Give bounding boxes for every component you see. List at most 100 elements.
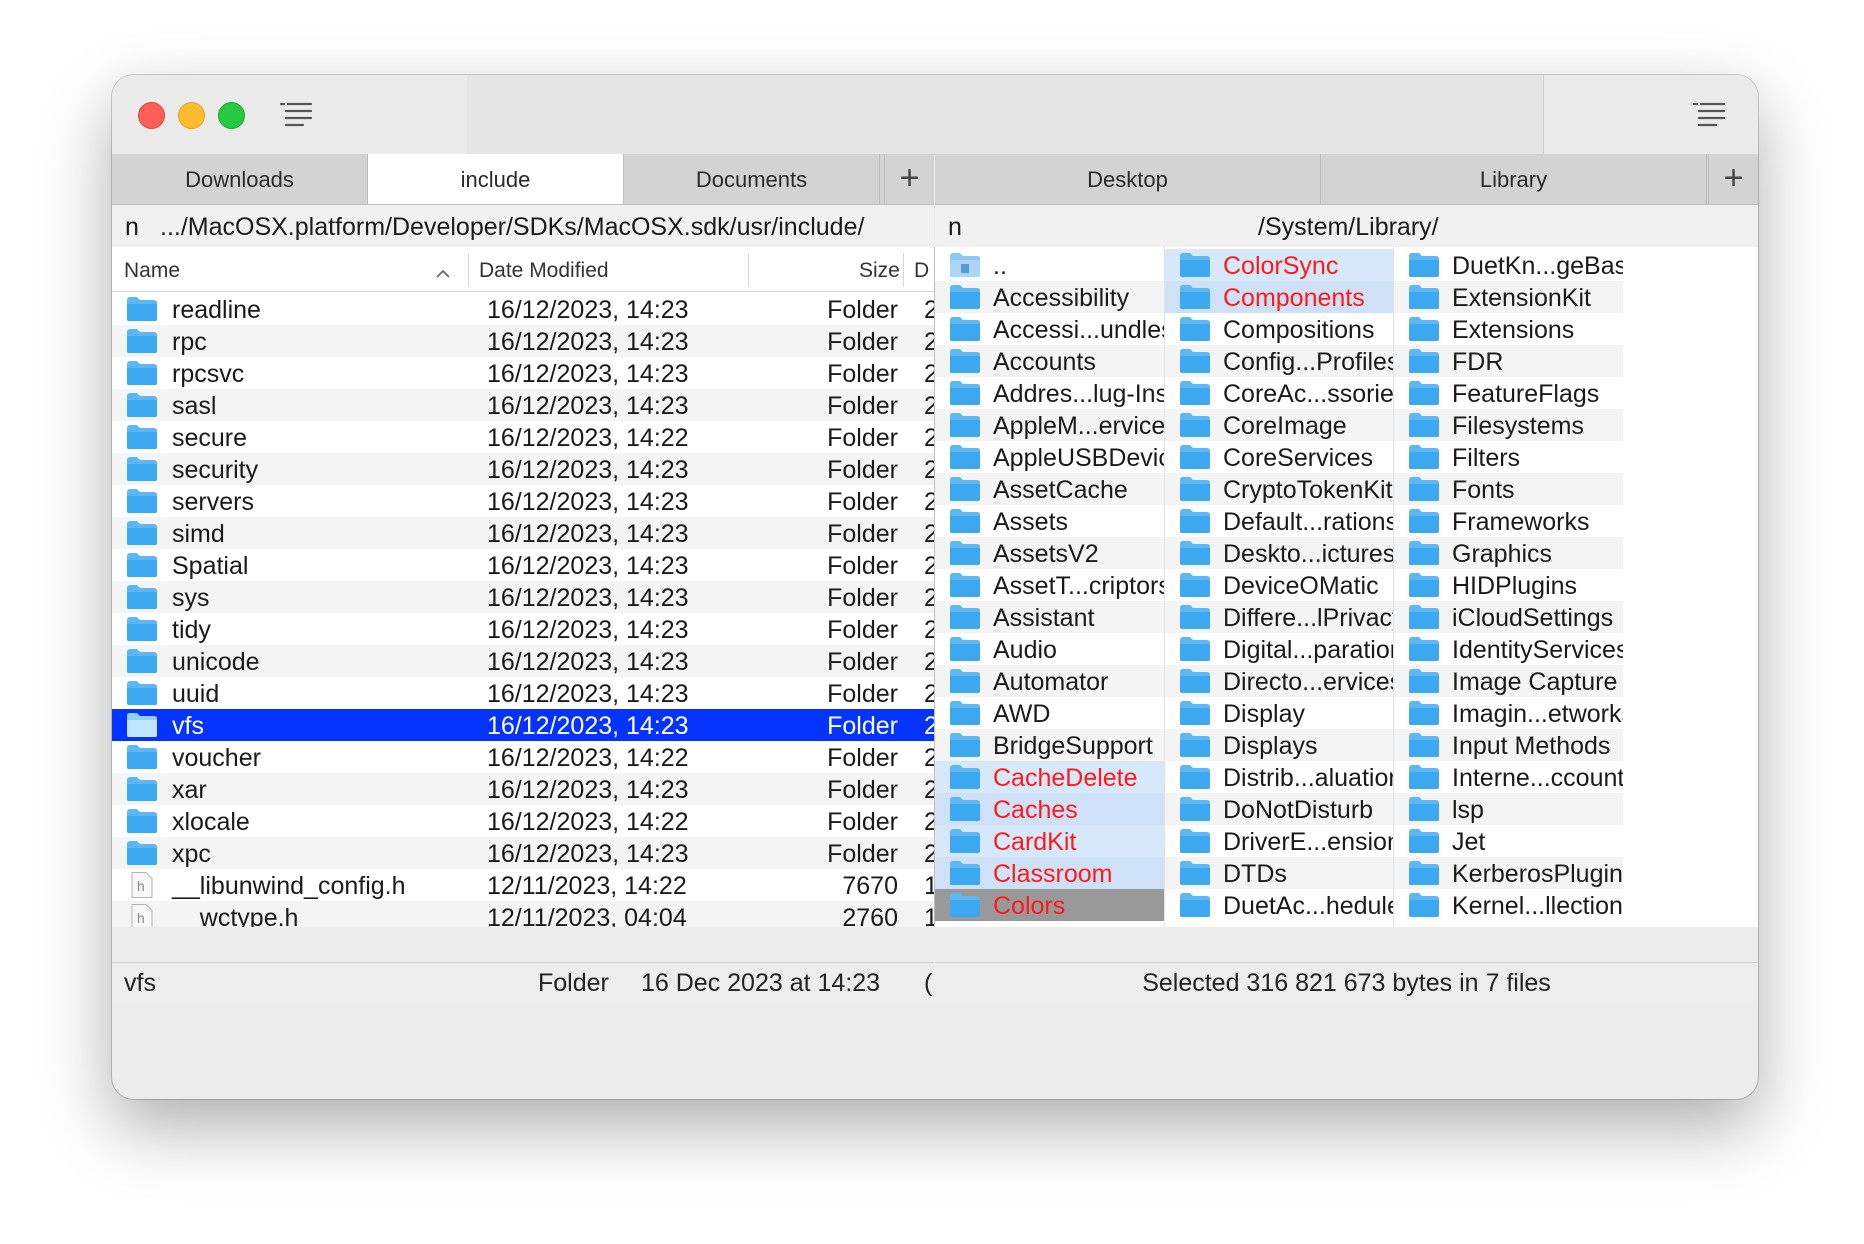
- list-item[interactable]: DuetKn...geBase: [1394, 249, 1623, 281]
- tab-include[interactable]: include: [368, 154, 624, 204]
- list-item[interactable]: Filters: [1394, 441, 1623, 473]
- list-item[interactable]: AWD: [935, 697, 1164, 729]
- list-item[interactable]: Assistant: [935, 601, 1164, 633]
- list-item[interactable]: Differe...lPrivacy: [1165, 601, 1393, 633]
- list-item[interactable]: AppleM...ervices: [935, 409, 1164, 441]
- list-item[interactable]: IdentityServices: [1394, 633, 1623, 665]
- table-row[interactable]: rpc 16/12/2023, 14:23 Folder 2: [112, 325, 934, 357]
- list-item[interactable]: Image Capture: [1394, 665, 1623, 697]
- table-row[interactable]: sasl 16/12/2023, 14:23 Folder 2: [112, 389, 934, 421]
- list-item[interactable]: Displays: [1165, 729, 1393, 761]
- table-row[interactable]: rpcsvc 16/12/2023, 14:23 Folder 2: [112, 357, 934, 389]
- left-file-list[interactable]: Name Date Modified Size D readline 16/12/…: [112, 247, 934, 927]
- tab-library[interactable]: Library: [1321, 154, 1707, 204]
- list-item[interactable]: DriverE...ensions: [1165, 825, 1393, 857]
- list-item[interactable]: Config...Profiles: [1165, 345, 1393, 377]
- right-path-text[interactable]: /System/Library/: [1258, 205, 1439, 249]
- list-item[interactable]: CoreImage: [1165, 409, 1393, 441]
- table-row[interactable]: h __wctype.h 12/11/2023, 04:04 2760 1: [112, 901, 934, 927]
- list-item[interactable]: lsp: [1394, 793, 1623, 825]
- right-file-brief-view[interactable]: .. Accessibility Accessi...undles Accounts A…: [935, 247, 1758, 927]
- table-row[interactable]: security 16/12/2023, 14:23 Folder 2: [112, 453, 934, 485]
- list-item[interactable]: AssetT...criptors: [935, 569, 1164, 601]
- add-left-tab-button[interactable]: +: [884, 154, 934, 204]
- list-item[interactable]: BridgeSupport: [935, 729, 1164, 761]
- list-item[interactable]: Classroom: [935, 857, 1164, 889]
- table-row[interactable]: xpc 16/12/2023, 14:23 Folder 2: [112, 837, 934, 869]
- list-item[interactable]: Distrib...aluation: [1165, 761, 1393, 793]
- list-item[interactable]: AssetsV2: [935, 537, 1164, 569]
- minimize-window-button[interactable]: [178, 102, 205, 129]
- table-row[interactable]: servers 16/12/2023, 14:23 Folder 2: [112, 485, 934, 517]
- list-item[interactable]: Imagin...etworks: [1394, 697, 1623, 729]
- list-item[interactable]: DeviceOMatic: [1165, 569, 1393, 601]
- list-item[interactable]: ExtensionKit: [1394, 281, 1623, 313]
- list-item[interactable]: Accounts: [935, 345, 1164, 377]
- list-item[interactable]: FeatureFlags: [1394, 377, 1623, 409]
- table-row[interactable]: Spatial 16/12/2023, 14:23 Folder 2: [112, 549, 934, 581]
- table-row[interactable]: voucher 16/12/2023, 14:22 Folder 2: [112, 741, 934, 773]
- list-item[interactable]: Interne...ccounts: [1394, 761, 1623, 793]
- list-item[interactable]: FDR: [1394, 345, 1623, 377]
- list-item[interactable]: Automator: [935, 665, 1164, 697]
- list-item[interactable]: Deskto...ictures: [1165, 537, 1393, 569]
- list-item[interactable]: DTDs: [1165, 857, 1393, 889]
- list-item[interactable]: CoreAc...ssories: [1165, 377, 1393, 409]
- list-item[interactable]: Digital...paration: [1165, 633, 1393, 665]
- list-item[interactable]: AssetCache: [935, 473, 1164, 505]
- column-size-header[interactable]: Size: [859, 259, 900, 283]
- list-item[interactable]: AppleUSBDevice: [935, 441, 1164, 473]
- list-item[interactable]: Extensions: [1394, 313, 1623, 345]
- table-row[interactable]: xlocale 16/12/2023, 14:22 Folder 2: [112, 805, 934, 837]
- left-path-bar[interactable]: n .../MacOSX.platform/Developer/SDKs/Mac…: [112, 205, 934, 248]
- list-item[interactable]: Frameworks: [1394, 505, 1623, 537]
- table-row[interactable]: vfs 16/12/2023, 14:23 Folder 2: [112, 709, 934, 741]
- list-item[interactable]: Components: [1165, 281, 1393, 313]
- table-row[interactable]: readline 16/12/2023, 14:23 Folder 2: [112, 293, 934, 325]
- list-item[interactable]: Caches: [935, 793, 1164, 825]
- right-view-options-icon[interactable]: [1692, 99, 1728, 129]
- table-row[interactable]: simd 16/12/2023, 14:23 Folder 2: [112, 517, 934, 549]
- right-path-bar[interactable]: n /System/Library/: [935, 205, 1758, 248]
- list-item[interactable]: Addres...lug-Ins: [935, 377, 1164, 409]
- column-name-header[interactable]: Name: [124, 259, 180, 283]
- list-item[interactable]: Audio: [935, 633, 1164, 665]
- list-item[interactable]: CardKit: [935, 825, 1164, 857]
- list-item[interactable]: iCloudSettings: [1394, 601, 1623, 633]
- table-row[interactable]: sys 16/12/2023, 14:23 Folder 2: [112, 581, 934, 613]
- list-item[interactable]: DuetAc...heduler: [1165, 889, 1393, 921]
- tab-documents[interactable]: Documents: [624, 154, 880, 204]
- left-view-options-icon[interactable]: [279, 99, 315, 129]
- list-item[interactable]: DoNotDisturb: [1165, 793, 1393, 825]
- table-row[interactable]: tidy 16/12/2023, 14:23 Folder 2: [112, 613, 934, 645]
- list-item[interactable]: Display: [1165, 697, 1393, 729]
- tab-downloads[interactable]: Downloads: [112, 154, 368, 204]
- list-item[interactable]: CoreServices: [1165, 441, 1393, 473]
- list-item[interactable]: Fonts: [1394, 473, 1623, 505]
- list-item[interactable]: Kernel...llections: [1394, 889, 1623, 921]
- zoom-window-button[interactable]: [218, 102, 245, 129]
- tab-desktop[interactable]: Desktop: [935, 154, 1321, 204]
- list-item[interactable]: Directo...ervices: [1165, 665, 1393, 697]
- close-window-button[interactable]: [138, 102, 165, 129]
- list-item[interactable]: ..: [935, 249, 1164, 281]
- list-item[interactable]: Colors: [935, 889, 1164, 921]
- list-item[interactable]: ColorSync: [1165, 249, 1393, 281]
- list-item[interactable]: Input Methods: [1394, 729, 1623, 761]
- table-row[interactable]: uuid 16/12/2023, 14:23 Folder 2: [112, 677, 934, 709]
- table-row[interactable]: secure 16/12/2023, 14:22 Folder 2: [112, 421, 934, 453]
- list-item[interactable]: Compositions: [1165, 313, 1393, 345]
- list-item[interactable]: Graphics: [1394, 537, 1623, 569]
- list-item[interactable]: Accessibility: [935, 281, 1164, 313]
- chevron-up-icon[interactable]: [435, 261, 451, 285]
- list-item[interactable]: Default...rations: [1165, 505, 1393, 537]
- table-row[interactable]: h __libunwind_config.h 12/11/2023, 14:22 76…: [112, 869, 934, 901]
- list-item[interactable]: Jet: [1394, 825, 1623, 857]
- column-extra-header[interactable]: D: [914, 259, 929, 283]
- list-item[interactable]: CryptoTokenKit: [1165, 473, 1393, 505]
- list-item[interactable]: Filesystems: [1394, 409, 1623, 441]
- list-item[interactable]: Assets: [935, 505, 1164, 537]
- list-item[interactable]: Accessi...undles: [935, 313, 1164, 345]
- list-item[interactable]: CacheDelete: [935, 761, 1164, 793]
- left-path-text[interactable]: .../MacOSX.platform/Developer/SDKs/MacOS…: [160, 205, 864, 249]
